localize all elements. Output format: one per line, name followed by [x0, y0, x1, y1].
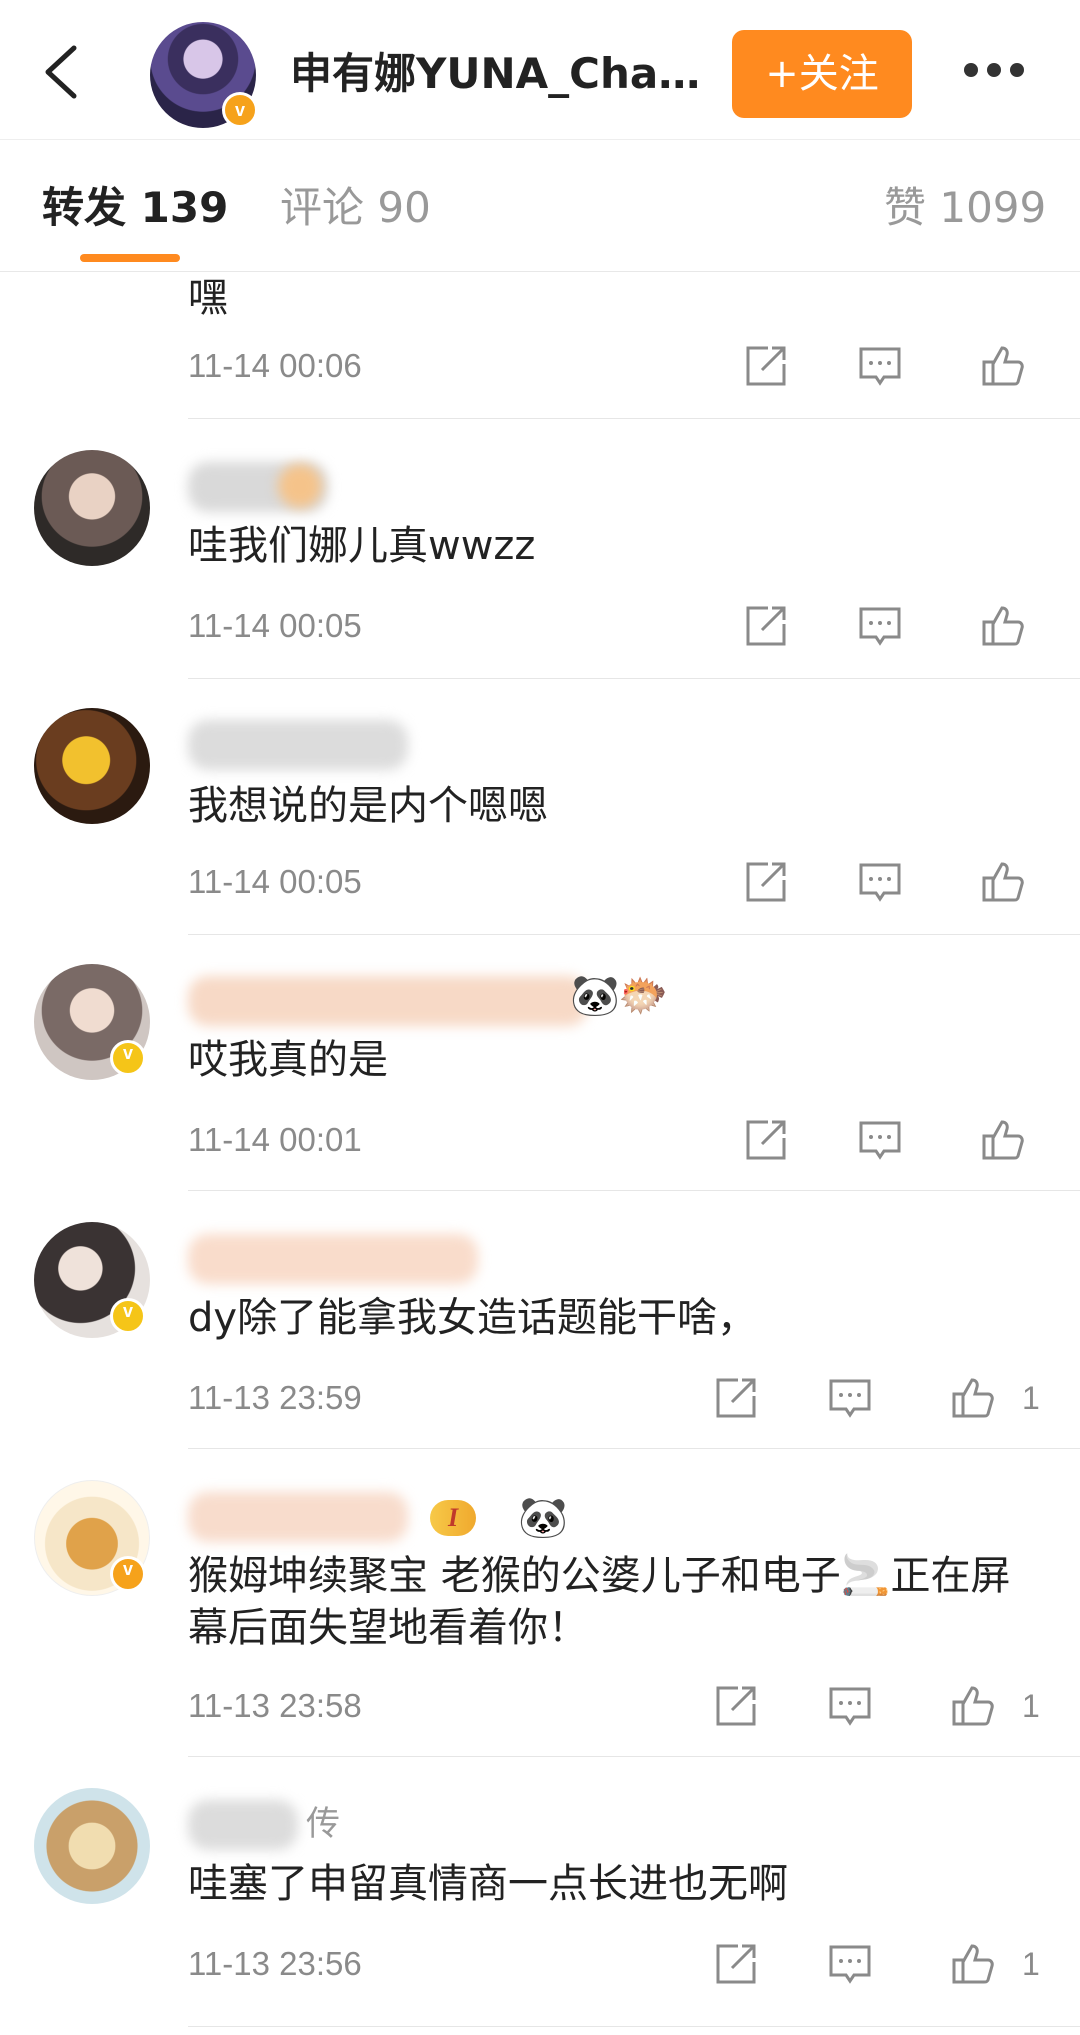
member-level-badge: I	[430, 1500, 477, 1536]
tab-reposts[interactable]: 转发 139	[42, 180, 228, 236]
like-count: 1	[1022, 1380, 1040, 1416]
comment-icon[interactable]	[826, 1940, 874, 1988]
comment-icon[interactable]	[826, 1374, 874, 1422]
like-icon[interactable]	[978, 342, 1026, 390]
pufferfish-icon: 🐡	[618, 973, 668, 1019]
verified-badge-icon: v	[222, 92, 258, 128]
comment-text: 哇塞了申留真情商一点长进也无啊	[188, 1861, 788, 1907]
verified-badge-icon: v	[110, 1298, 146, 1334]
follow-button[interactable]: +关注	[732, 30, 912, 118]
comment-icon[interactable]	[826, 1682, 874, 1730]
more-options-icon[interactable]	[964, 62, 1034, 82]
username-blurred[interactable]	[188, 976, 588, 1026]
divider	[188, 1756, 1080, 1757]
repost-icon[interactable]	[742, 342, 790, 390]
like-count: 1	[1022, 1688, 1040, 1724]
panda-icon: 🐼	[570, 973, 620, 1019]
top-bar: v 申有娜YUNA_Chan... +关注	[0, 0, 1080, 140]
comment-time: 11-13 23:58	[188, 1687, 362, 1724]
tab-bar: 转发 139 评论 90 赞 1099	[0, 140, 1080, 272]
comment-time: 11-13 23:56	[188, 1945, 362, 1982]
repost-icon[interactable]	[712, 1682, 760, 1730]
comment-text: 哎我真的是	[188, 1037, 388, 1083]
user-avatar[interactable]	[34, 450, 150, 566]
repost-icon[interactable]	[742, 1116, 790, 1164]
username-blurred[interactable]	[188, 1234, 478, 1284]
repost-icon[interactable]	[742, 858, 790, 906]
comment-text: 猴姆坤续聚宝 老猴的公婆儿子和电子🚬正在屏幕后面失望地看着你！	[188, 1553, 1011, 1651]
username-blurred[interactable]	[188, 720, 408, 770]
verified-badge-icon: v	[110, 1556, 146, 1592]
comment-icon[interactable]	[856, 602, 904, 650]
like-icon[interactable]	[948, 1940, 996, 1988]
comment-time: 11-14 00:05	[188, 863, 362, 900]
panda-icon: 🐼	[518, 1495, 568, 1541]
divider	[188, 934, 1080, 935]
like-icon[interactable]	[978, 602, 1026, 650]
repost-icon[interactable]	[712, 1374, 760, 1422]
divider	[188, 1448, 1080, 1449]
comment-time: 11-14 00:05	[188, 607, 362, 644]
username-suffix: 传	[306, 1804, 340, 1844]
comment-text: 嘿	[188, 275, 228, 321]
comment-text: 我想说的是内个嗯嗯	[188, 783, 548, 829]
username-blurred[interactable]	[188, 1492, 408, 1542]
comment-text: dy除了能拿我女造话题能干啥，	[188, 1295, 758, 1341]
divider	[188, 418, 1080, 419]
like-count: 1	[1022, 1946, 1040, 1982]
like-icon[interactable]	[978, 1116, 1026, 1164]
divider	[188, 1190, 1080, 1191]
like-icon[interactable]	[948, 1374, 996, 1422]
username-blurred[interactable]	[188, 1800, 298, 1850]
verified-badge-icon: v	[110, 1040, 146, 1076]
user-badge-icon	[278, 464, 322, 508]
comment-icon[interactable]	[856, 1116, 904, 1164]
divider	[188, 678, 1080, 679]
user-avatar[interactable]	[34, 1788, 150, 1904]
repost-icon[interactable]	[712, 1940, 760, 1988]
like-icon[interactable]	[948, 1682, 996, 1730]
back-arrow-icon[interactable]	[38, 42, 86, 102]
comment-time: 11-14 00:01	[188, 1121, 362, 1158]
comment-icon[interactable]	[856, 858, 904, 906]
comment-time: 11-13 23:59	[188, 1379, 362, 1416]
comment-icon[interactable]	[856, 342, 904, 390]
author-name[interactable]: 申有娜YUNA_Chan...	[290, 44, 710, 104]
divider	[188, 2026, 1080, 2027]
comment-time: 11-14 00:06	[188, 347, 362, 384]
tab-comments[interactable]: 评论 90	[280, 180, 431, 236]
user-avatar[interactable]	[34, 708, 150, 824]
comment-text: 哇我们娜儿真wwzz	[188, 523, 536, 569]
repost-list[interactable]: 嘿 11-14 00:06 哇我们娜儿真wwzz 11-14 00:05 我想说…	[0, 272, 1080, 2035]
tab-likes[interactable]: 赞 1099	[884, 180, 1046, 236]
like-icon[interactable]	[978, 858, 1026, 906]
active-tab-indicator	[80, 254, 180, 262]
repost-icon[interactable]	[742, 602, 790, 650]
